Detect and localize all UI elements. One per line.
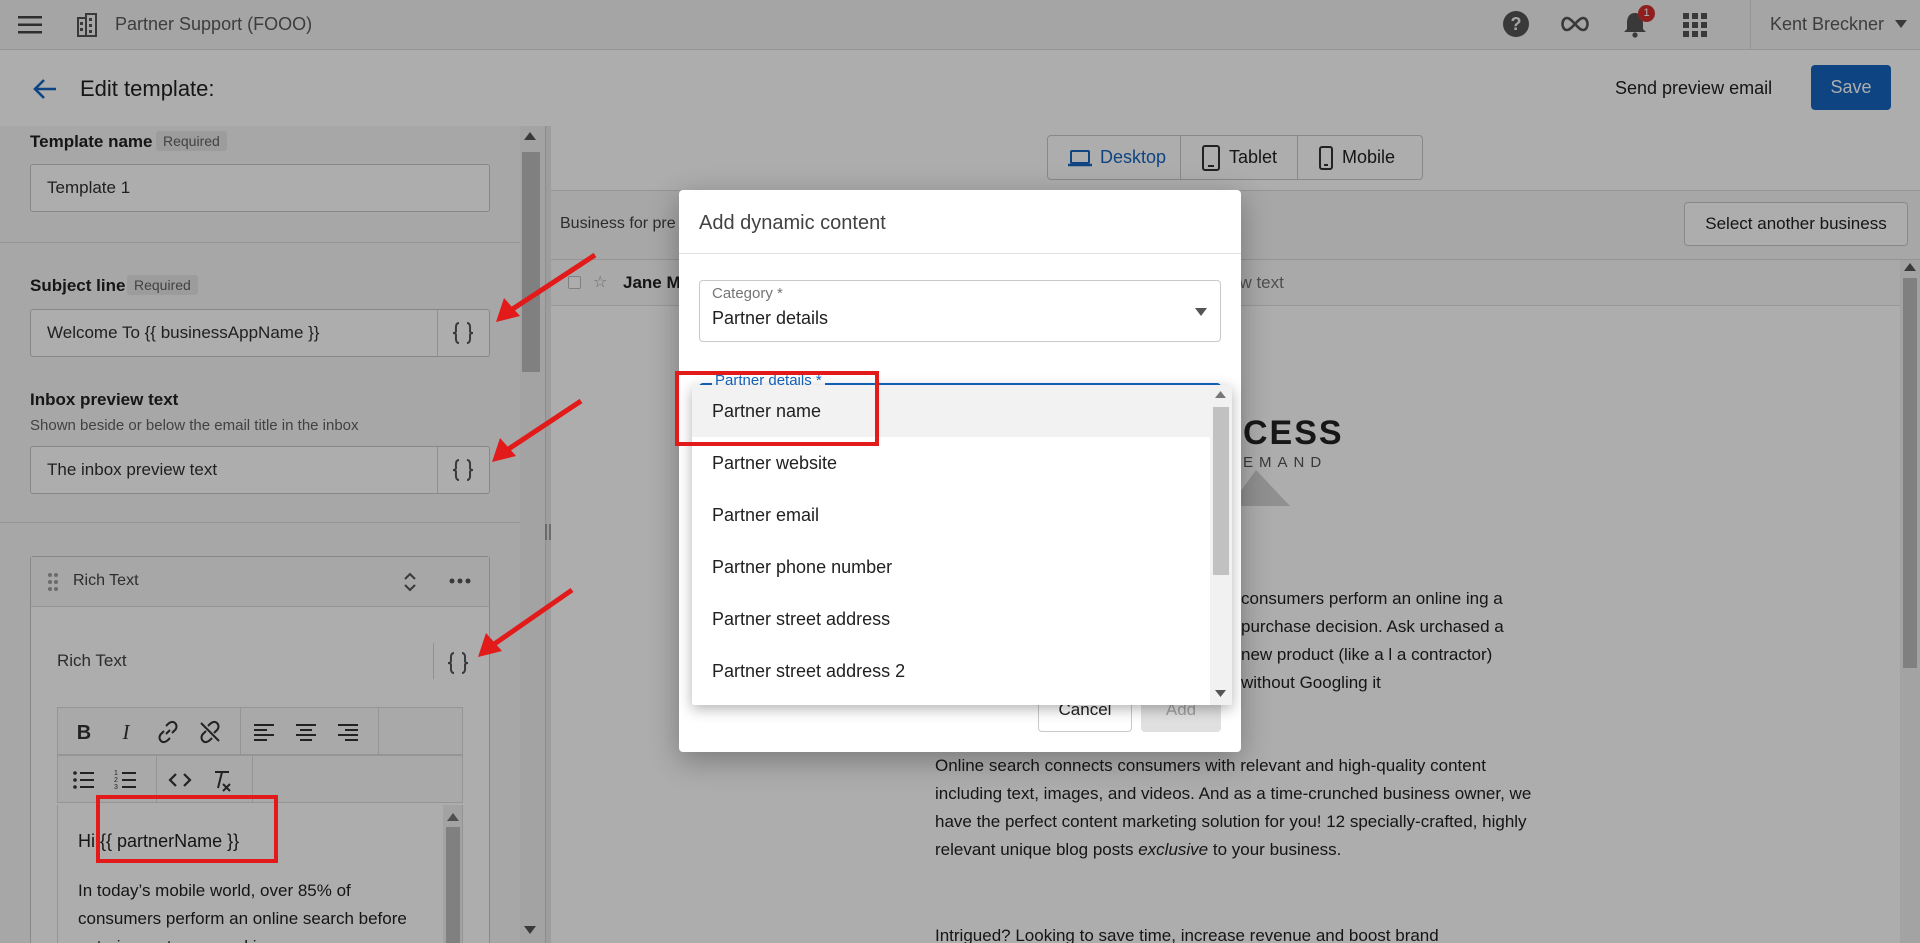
dialog-divider xyxy=(679,253,1241,254)
category-label: Category * xyxy=(712,285,783,302)
highlight-box-partner-name xyxy=(675,371,879,446)
scroll-up-icon[interactable] xyxy=(1215,391,1226,398)
annotation-arrow-icon xyxy=(496,252,597,322)
highlight-box-partner-token xyxy=(96,795,278,863)
chevron-down-icon xyxy=(1195,308,1207,316)
category-value: Partner details xyxy=(712,308,829,328)
annotation-arrow-icon xyxy=(478,587,574,657)
option-partner-phone-number[interactable]: Partner phone number xyxy=(692,541,1210,593)
dropdown-scrollbar-thumb[interactable] xyxy=(1213,407,1229,575)
scroll-down-icon[interactable] xyxy=(1215,690,1226,697)
category-select[interactable]: Category * Partner details xyxy=(699,280,1221,342)
annotation-arrow-icon xyxy=(492,398,583,462)
option-partner-email[interactable]: Partner email xyxy=(692,489,1210,541)
option-partner-street-address-2[interactable]: Partner street address 2 xyxy=(692,645,1210,697)
option-partner-street-address[interactable]: Partner street address xyxy=(692,593,1210,645)
dialog-title: Add dynamic content xyxy=(699,212,886,234)
